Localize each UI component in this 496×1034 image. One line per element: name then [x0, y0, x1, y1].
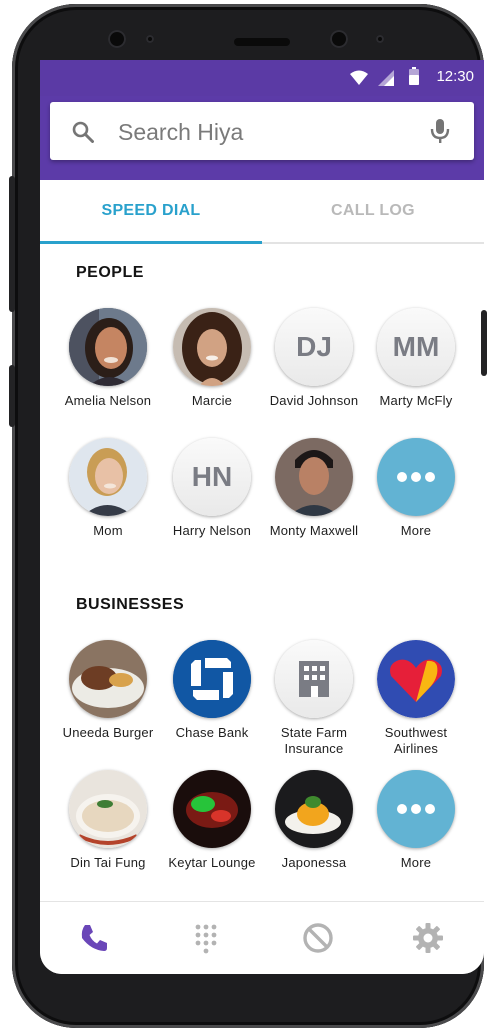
- clock: 12:30: [436, 68, 474, 85]
- more-people-button[interactable]: More: [364, 438, 468, 539]
- speed-dial-business[interactable]: Chase Bank: [160, 640, 264, 741]
- speed-dial-business[interactable]: State Farm Insurance: [262, 640, 366, 757]
- phone-frame: 12:30 Search Hiya SPEED DIAL CALL LOG PE…: [12, 4, 484, 1028]
- contact-name: David Johnson: [269, 393, 359, 408]
- initials-avatar: HN: [173, 438, 251, 516]
- speed-dial-business[interactable]: Keytar Lounge: [160, 770, 264, 871]
- contact-name: Harry Nelson: [172, 523, 252, 538]
- more-icon: [377, 438, 455, 516]
- business-name: Southwest Airlines: [384, 725, 448, 756]
- contact-name: Mom: [93, 523, 123, 538]
- earpiece-speaker: [234, 38, 290, 46]
- speed-dial-business[interactable]: Southwest Airlines: [364, 640, 468, 757]
- avatar: [69, 438, 147, 516]
- business-name: Chase Bank: [175, 725, 249, 740]
- bixby-button: [9, 365, 15, 427]
- business-name: Keytar Lounge: [168, 855, 256, 870]
- contact-name: Marcie: [191, 393, 233, 408]
- business-name: Japonessa: [281, 855, 347, 870]
- battery-icon: [409, 67, 419, 85]
- tab-call-log[interactable]: CALL LOG: [262, 180, 484, 242]
- active-tab-indicator: [40, 241, 262, 244]
- phone-icon[interactable]: [76, 920, 112, 956]
- initials-avatar: DJ: [275, 308, 353, 386]
- avatar: [69, 308, 147, 386]
- sensor-dot: [146, 35, 154, 43]
- microphone-icon[interactable]: [430, 118, 450, 144]
- avatar: [69, 640, 147, 718]
- more-icon: [377, 770, 455, 848]
- app-screen: 12:30 Search Hiya SPEED DIAL CALL LOG PE…: [40, 60, 484, 974]
- search-header: Search Hiya: [40, 96, 484, 180]
- building-icon: [275, 640, 353, 718]
- speed-dial-business[interactable]: Japonessa: [262, 770, 366, 871]
- initials-avatar: MM: [377, 308, 455, 386]
- avatar: [173, 640, 251, 718]
- business-name: Uneeda Burger: [62, 725, 154, 740]
- speed-dial-contact[interactable]: Mom: [56, 438, 160, 539]
- search-bar[interactable]: Search Hiya: [50, 102, 474, 160]
- power-button: [481, 310, 487, 376]
- speed-dial-contact[interactable]: Marcie: [160, 308, 264, 409]
- speed-dial-contact[interactable]: MM Marty McFly: [364, 308, 468, 409]
- businesses-section-title: BUSINESSES: [76, 596, 185, 613]
- avatar: [275, 438, 353, 516]
- search-input[interactable]: Search Hiya: [118, 119, 243, 146]
- more-businesses-button[interactable]: More: [364, 770, 468, 871]
- search-icon: [72, 121, 94, 143]
- bottom-navigation: [40, 901, 484, 974]
- contact-name: Monty Maxwell: [269, 523, 359, 538]
- sensor-dot-secondary: [376, 35, 384, 43]
- settings-icon[interactable]: [410, 920, 446, 956]
- avatar: [173, 308, 251, 386]
- front-camera-secondary: [330, 30, 348, 48]
- contact-name: Marty McFly: [379, 393, 453, 408]
- speed-dial-contact[interactable]: Amelia Nelson: [56, 308, 160, 409]
- speed-dial-business[interactable]: Din Tai Fung: [56, 770, 160, 871]
- cellular-signal-icon: [378, 70, 394, 86]
- volume-button: [9, 176, 15, 312]
- status-bar: 12:30: [40, 60, 484, 96]
- avatar: [69, 770, 147, 848]
- wifi-icon: [350, 70, 368, 85]
- speed-dial-contact[interactable]: DJ David Johnson: [262, 308, 366, 409]
- business-name: State Farm Insurance: [280, 725, 348, 756]
- speed-dial-contact[interactable]: Monty Maxwell: [262, 438, 366, 539]
- more-label: More: [400, 523, 432, 538]
- front-camera: [108, 30, 126, 48]
- avatar: [275, 770, 353, 848]
- tab-speed-dial[interactable]: SPEED DIAL: [40, 180, 262, 242]
- avatar: [377, 640, 455, 718]
- contact-name: Amelia Nelson: [64, 393, 152, 408]
- people-section-title: PEOPLE: [76, 264, 144, 281]
- dialpad-icon[interactable]: [188, 920, 224, 956]
- block-icon[interactable]: [300, 920, 336, 956]
- tab-bar: SPEED DIAL CALL LOG: [40, 180, 484, 244]
- more-label: More: [400, 855, 432, 870]
- speed-dial-contact[interactable]: HN Harry Nelson: [160, 438, 264, 539]
- business-name: Din Tai Fung: [70, 855, 146, 870]
- speed-dial-business[interactable]: Uneeda Burger: [56, 640, 160, 741]
- avatar: [173, 770, 251, 848]
